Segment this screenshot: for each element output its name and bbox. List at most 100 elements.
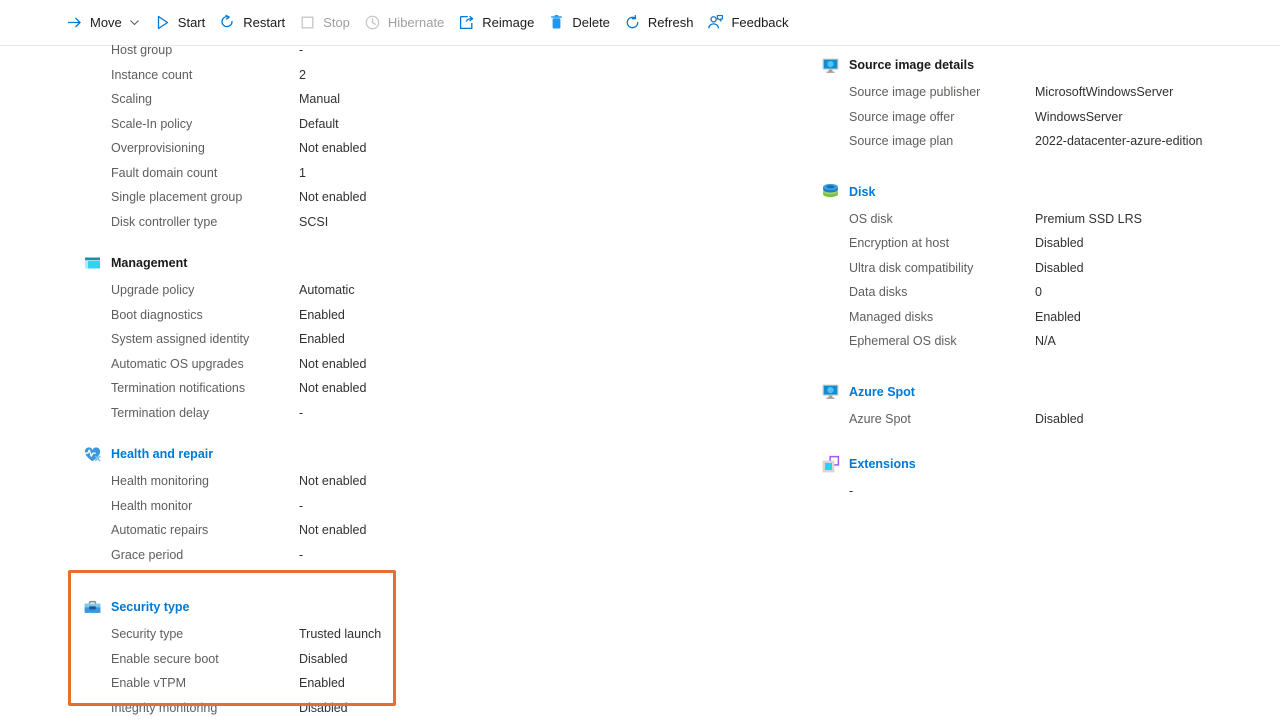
property-row: Ephemeral OS disk N/A <box>849 329 1249 354</box>
property-value: Disabled <box>1035 236 1084 251</box>
toolbar-button-delete[interactable]: Delete <box>545 7 619 39</box>
property-row: Integrity monitoring Disabled <box>111 696 541 720</box>
section-header-source-image-details: Source image details <box>822 55 1249 75</box>
property-value: 2 <box>299 67 306 82</box>
property-row: Encryption at host Disabled <box>849 231 1249 256</box>
property-row: Automatic OS upgrades Not enabled <box>111 352 541 377</box>
toolbar-button-refresh[interactable]: Refresh <box>621 7 703 39</box>
property-row: Source image publisher MicrosoftWindowsS… <box>849 80 1249 105</box>
property-value: Default <box>299 116 339 131</box>
property-row: Azure Spot Disabled <box>849 407 1249 432</box>
property-value: Enabled <box>1035 309 1081 324</box>
property-value: Premium SSD LRS <box>1035 211 1142 226</box>
property-value: WindowsServer <box>1035 109 1123 124</box>
toolbar-label-move: Move <box>90 15 122 30</box>
property-label: Scale-In policy <box>111 116 193 131</box>
property-value: - <box>299 498 304 513</box>
section-title-security-type[interactable]: Security type <box>111 599 190 615</box>
property-row: Health monitor - <box>111 494 541 519</box>
section-azure-spot: Azure Spot Azure Spot Disabled <box>822 382 1249 432</box>
property-row: Instance count 2 <box>111 63 541 88</box>
property-row: Data disks 0 <box>849 280 1249 305</box>
property-row: Host group - <box>111 38 541 63</box>
heart-pulse-icon <box>82 444 102 464</box>
stop-square-icon <box>298 13 317 32</box>
section-title-disk[interactable]: Disk <box>849 184 875 200</box>
property-label: Enable secure boot <box>111 651 219 666</box>
property-value: Automatic <box>299 283 355 298</box>
property-label: Source image offer <box>849 109 955 124</box>
monitor-icon <box>820 55 840 75</box>
toolbar-label-stop: Stop <box>323 15 350 30</box>
arrow-right-icon <box>65 13 84 32</box>
reimage-icon <box>457 13 476 32</box>
toolbar-button-move[interactable]: Move <box>63 7 149 39</box>
property-label: System assigned identity <box>111 332 250 347</box>
toolbar-label-feedback: Feedback <box>731 15 789 30</box>
section-title-azure-spot[interactable]: Azure Spot <box>849 384 915 400</box>
property-value: Enabled <box>299 676 345 691</box>
property-row: Grace period - <box>111 543 541 568</box>
property-label: Upgrade policy <box>111 283 195 298</box>
section-header-azure-spot[interactable]: Azure Spot <box>822 382 1249 402</box>
section-title-health-and-repair[interactable]: Health and repair <box>111 446 213 462</box>
property-row: Single placement group Not enabled <box>111 185 541 210</box>
chevron-down-icon[interactable] <box>129 17 140 28</box>
property-label: Automatic OS upgrades <box>111 356 244 371</box>
section-title-source-image-details: Source image details <box>849 58 975 72</box>
toolbar-button-hibernate: Hibernate <box>361 7 453 39</box>
section-health-and-repair: Health and repair Health monitoring Not … <box>84 444 541 568</box>
property-value: Disabled <box>1035 260 1084 275</box>
section-header-extensions[interactable]: Extensions <box>822 454 1249 474</box>
property-row-extensions-empty: - <box>849 479 1249 504</box>
property-value: Not enabled <box>299 523 367 538</box>
section-title-management: Management <box>111 256 188 270</box>
property-value: - <box>299 547 304 562</box>
property-label: Instance count <box>111 67 193 82</box>
property-value: 0 <box>1035 285 1042 300</box>
property-label: Host group <box>111 43 173 58</box>
feedback-icon <box>706 13 725 32</box>
toolbar-button-reimage[interactable]: Reimage <box>455 7 543 39</box>
property-value: - <box>299 405 304 420</box>
property-label: Managed disks <box>849 309 934 324</box>
property-row: Source image offer WindowsServer <box>849 105 1249 130</box>
property-label: Enable vTPM <box>111 676 187 691</box>
toolbar-label-start: Start <box>177 15 206 30</box>
right-details-column: Source image details Source image publis… <box>822 55 1249 504</box>
property-value: Enabled <box>299 332 345 347</box>
section-header-security-type[interactable]: Security type <box>84 597 541 617</box>
toolbar-button-start[interactable]: Start <box>151 7 214 39</box>
restart-icon <box>218 13 237 32</box>
property-row: Termination notifications Not enabled <box>111 376 541 401</box>
property-label: Azure Spot <box>849 411 911 426</box>
toolbox-icon <box>82 597 102 617</box>
play-icon <box>153 13 172 32</box>
section-header-health-and-repair[interactable]: Health and repair <box>84 444 541 464</box>
toolbar-button-restart[interactable]: Restart <box>216 7 294 39</box>
property-value: Not enabled <box>299 356 367 371</box>
property-value: Manual <box>299 92 340 107</box>
toolbar-button-feedback[interactable]: Feedback <box>704 7 797 39</box>
property-row: Source image plan 2022-datacenter-azure-… <box>849 129 1249 154</box>
property-label: Source image plan <box>849 134 954 149</box>
property-label: Fault domain count <box>111 165 218 180</box>
property-row: OS disk Premium SSD LRS <box>849 207 1249 232</box>
property-value: Disabled <box>1035 411 1084 426</box>
property-label: Automatic repairs <box>111 523 209 538</box>
property-row: Scaling Manual <box>111 87 541 112</box>
property-label: OS disk <box>849 211 893 226</box>
section-title-extensions[interactable]: Extensions <box>849 456 916 472</box>
property-row: Upgrade policy Automatic <box>111 278 541 303</box>
section-header-disk[interactable]: Disk <box>822 182 1249 202</box>
management-monitor-icon <box>82 253 102 273</box>
section-extensions: Extensions - <box>822 454 1249 504</box>
property-label: Boot diagnostics <box>111 307 203 322</box>
section-management: Management Upgrade policy Automatic Boot… <box>84 253 541 425</box>
